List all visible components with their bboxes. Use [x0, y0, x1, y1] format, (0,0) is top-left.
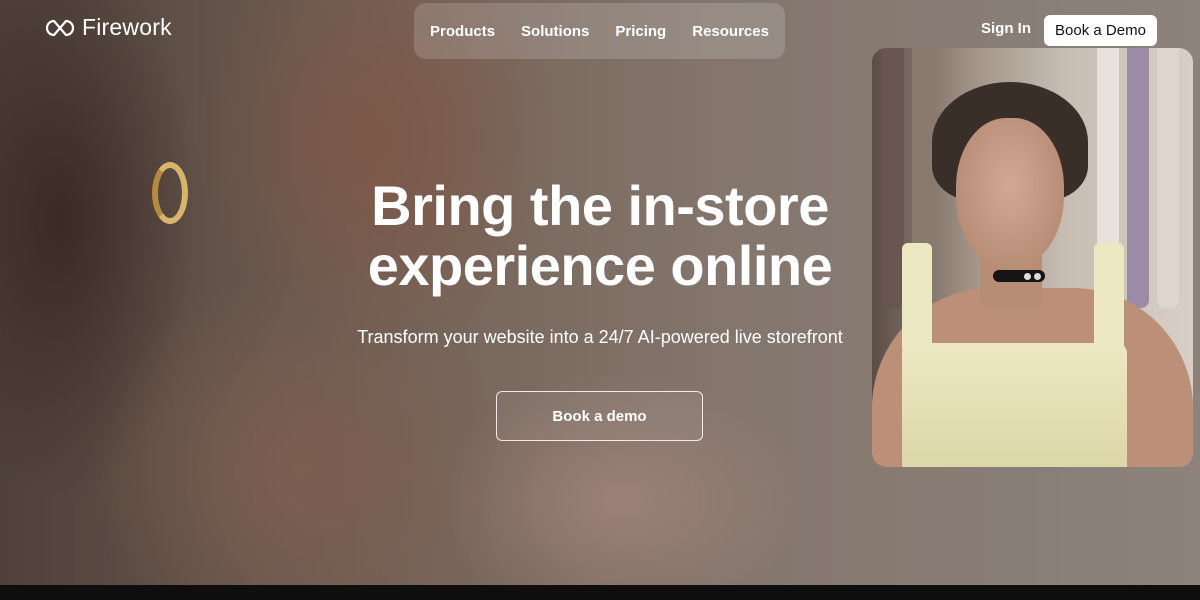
dress-strap-right: [1094, 243, 1124, 353]
nav-item-resources[interactable]: Resources: [679, 23, 782, 40]
badge-icon: [1034, 272, 1041, 280]
hero-book-demo-button[interactable]: Book a demo: [496, 391, 703, 441]
badge-icon: [1024, 272, 1031, 280]
clothing-rack-item: [882, 48, 904, 308]
clothing-rack-item: [1157, 48, 1179, 308]
person-dress: [902, 343, 1127, 467]
earring-decoration: [152, 162, 188, 224]
footer-strip: [0, 585, 1200, 600]
hero-subheadline: Transform your website into a 24/7 AI-po…: [357, 327, 843, 347]
headline-line-2: experience online: [367, 234, 833, 297]
hero-headline: Bring the in-store experience online: [300, 176, 900, 296]
video-badge[interactable]: [993, 270, 1045, 282]
video-preview-card[interactable]: [872, 48, 1193, 467]
clothing-rack-item: [1127, 48, 1149, 308]
person-face: [956, 118, 1064, 268]
sign-in-link[interactable]: Sign In: [981, 20, 1031, 37]
book-demo-button[interactable]: Book a Demo: [1044, 15, 1157, 46]
nav-item-products[interactable]: Products: [417, 23, 508, 40]
nav-item-pricing[interactable]: Pricing: [602, 23, 679, 40]
brand-name: Firework: [82, 14, 172, 40]
nav-item-solutions[interactable]: Solutions: [508, 23, 602, 40]
brand-logo[interactable]: Firework: [44, 14, 172, 41]
dress-strap-left: [902, 243, 932, 353]
firework-logo-icon: [45, 19, 75, 36]
main-nav: Products Solutions Pricing Resources: [414, 3, 785, 59]
headline-line-1: Bring the in-store: [371, 174, 829, 237]
